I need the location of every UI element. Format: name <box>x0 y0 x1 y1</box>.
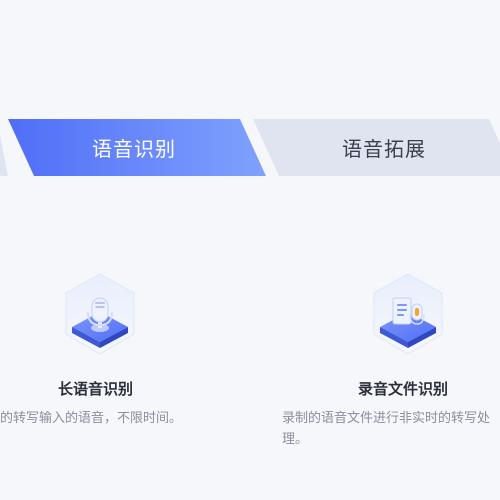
tab-speech-recognition[interactable]: 语音识别 <box>8 119 266 176</box>
tab-previous-edge[interactable] <box>0 119 8 176</box>
page: 语音识别 语音拓展 长语音识别 的转写输入的语音，不限时间。 录音文件识别 录制… <box>0 0 500 500</box>
tab-label: 语音拓展 <box>342 137 426 161</box>
audio-file-icon <box>370 272 446 358</box>
feature-title-recording-file: 录音文件识别 <box>358 380 449 398</box>
feature-desc-recording-file: 录制的语音文件进行非实时的转写处 理。 <box>282 408 500 450</box>
tab-speech-extension[interactable]: 语音拓展 <box>253 119 500 176</box>
feature-desc-line: 理。 <box>282 432 309 447</box>
microphone-icon <box>62 272 138 358</box>
feature-title-long-speech: 长语音识别 <box>58 380 134 398</box>
tab-label: 语音识别 <box>92 137 176 161</box>
feature-desc-long-speech: 的转写输入的语音，不限时间。 <box>0 411 183 426</box>
feature-desc-line: 录制的语音文件进行非实时的转写处 <box>282 411 491 426</box>
